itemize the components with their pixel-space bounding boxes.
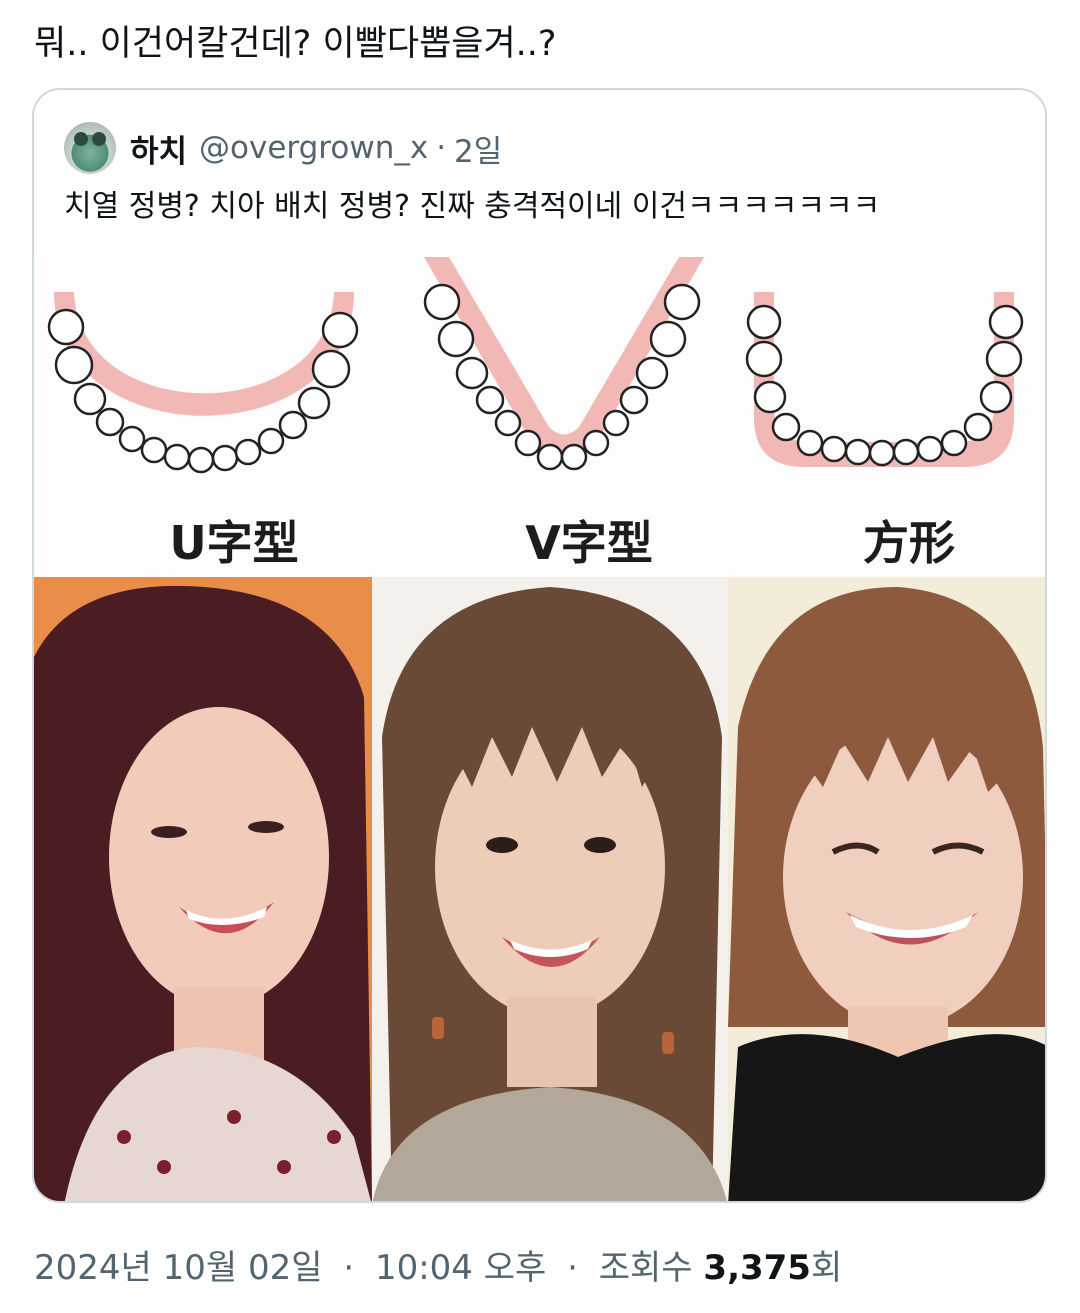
tweet-text: 뭐.. 이건어칼건데? 이빨다뽑을겨..? (34, 24, 557, 64)
separator-dot: · (567, 1248, 578, 1288)
photo-u-arch-example (34, 577, 372, 1201)
tweet-footer-meta: 2024년 10월 02일 · 10:04 오후 · 조회수 3,375회 (34, 1240, 842, 1289)
tweet-date[interactable]: 2024년 10월 02일 (34, 1248, 323, 1288)
v-arch-diagram (423, 257, 704, 471)
arch-label-square: 方形 (863, 516, 955, 570)
quoted-display-name[interactable]: 하치 (130, 126, 187, 171)
separator-dot: · (436, 130, 447, 166)
views-label: 조회수 (598, 1248, 693, 1288)
views-count: 3,375 (703, 1248, 811, 1288)
arch-label-v: V字型 (525, 516, 653, 570)
dental-arch-diagrams: U字型 V字型 方形 (34, 257, 1045, 577)
quoted-tweet-text: 치열 정병? 치아 배치 정병? 진짜 충격적이네 이건ㅋㅋㅋㅋㅋㅋㅋ (64, 189, 881, 224)
arch-label-u: U字型 (169, 516, 299, 570)
views-suffix: 회 (810, 1248, 843, 1288)
square-arch-diagram (745, 292, 1024, 467)
photo-square-arch-example (728, 577, 1045, 1201)
tweet-time[interactable]: 10:04 오후 (375, 1248, 546, 1288)
quoted-media-image[interactable]: U字型 V字型 方形 (34, 257, 1045, 1201)
quoted-tweet-card[interactable]: 하치 @overgrown_x · 2일 치열 정병? 치아 배치 정병? 진짜… (32, 88, 1047, 1203)
photo-v-arch-example (372, 577, 728, 1201)
quoted-timestamp[interactable]: 2일 (454, 126, 502, 171)
quoted-tweet-header: 하치 @overgrown_x · 2일 (64, 120, 502, 176)
u-arch-diagram (47, 292, 359, 474)
quoted-handle[interactable]: @overgrown_x (199, 130, 428, 166)
separator-dot: · (343, 1248, 355, 1288)
avatar[interactable] (64, 122, 116, 174)
